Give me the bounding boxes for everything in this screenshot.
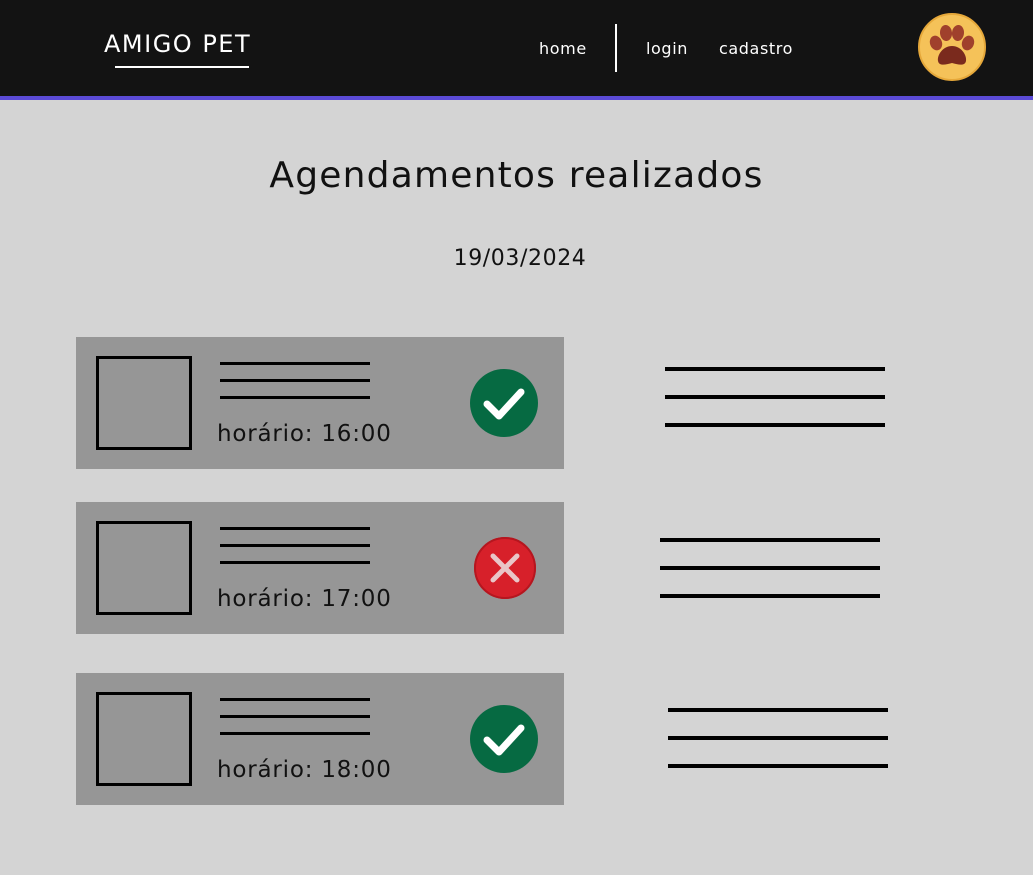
check-circle-icon[interactable] bbox=[470, 705, 538, 773]
text-placeholder-lines bbox=[220, 698, 370, 749]
pet-image-placeholder bbox=[96, 521, 192, 615]
nav-cadastro-link[interactable]: cadastro bbox=[719, 39, 793, 58]
header-accent-line bbox=[0, 96, 1033, 100]
description-placeholder-lines bbox=[665, 367, 885, 451]
appointment-time: horário: 17:00 bbox=[217, 586, 392, 612]
brand-logo[interactable]: AMIGO PET bbox=[104, 30, 251, 58]
paw-icon[interactable] bbox=[918, 13, 986, 81]
text-placeholder-lines bbox=[220, 362, 370, 413]
nav-home-link[interactable]: home bbox=[539, 39, 587, 58]
appointment-card[interactable]: horário: 17:00 bbox=[76, 502, 564, 634]
description-placeholder-lines bbox=[668, 708, 888, 792]
pet-image-placeholder bbox=[96, 356, 192, 450]
description-placeholder-lines bbox=[660, 538, 880, 622]
appointment-time: horário: 18:00 bbox=[217, 757, 392, 783]
text-placeholder-lines bbox=[220, 527, 370, 578]
appointment-card[interactable]: horário: 18:00 bbox=[76, 673, 564, 805]
page-date: 19/03/2024 bbox=[453, 246, 587, 271]
x-circle-icon[interactable] bbox=[470, 534, 538, 602]
brand-underline bbox=[115, 66, 249, 68]
pet-image-placeholder bbox=[96, 692, 192, 786]
nav-login-link[interactable]: login bbox=[646, 39, 688, 58]
nav-divider bbox=[615, 24, 617, 72]
appointment-card[interactable]: horário: 16:00 bbox=[76, 337, 564, 469]
check-circle-icon[interactable] bbox=[470, 369, 538, 437]
page-title: Agendamentos realizados bbox=[269, 155, 764, 196]
top-navbar: AMIGO PET home login cadastro bbox=[0, 0, 1033, 96]
appointment-time: horário: 16:00 bbox=[217, 421, 392, 447]
